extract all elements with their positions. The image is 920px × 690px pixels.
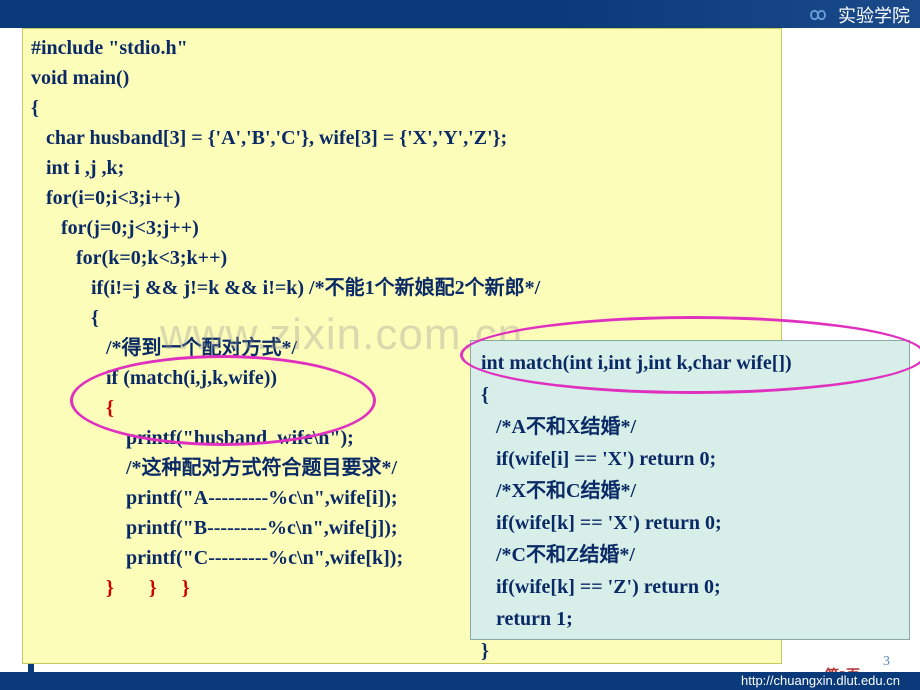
code-line: /*X不和C结婚*/ <box>481 475 899 507</box>
code-line: #include "stdio.h" <box>31 33 773 63</box>
infinity-logo-icon <box>804 4 832 26</box>
highlight-ellipse-right <box>460 316 920 394</box>
code-line: for(k=0;k<3;k++) <box>31 243 773 273</box>
highlight-ellipse-left <box>70 355 376 446</box>
code-line: if(wife[i] == 'X') return 0; <box>481 443 899 475</box>
code-line: return 1; <box>481 603 899 635</box>
institution-text: 实验学院 <box>838 2 910 28</box>
code-line: char husband[3] = {'A','B','C'}, wife[3]… <box>31 123 773 153</box>
code-line: if(wife[k] == 'Z') return 0; <box>481 571 899 603</box>
code-line: for(i=0;i<3;i++) <box>31 183 773 213</box>
slide-index: 3 <box>883 654 890 670</box>
code-line: if(wife[k] == 'X') return 0; <box>481 507 899 539</box>
code-line: /*C不和Z结婚*/ <box>481 539 899 571</box>
code-line: for(j=0;j<3;j++) <box>31 213 773 243</box>
code-line: /*A不和X结婚*/ <box>481 411 899 443</box>
code-line: int i ,j ,k; <box>31 153 773 183</box>
logo-area: 实验学院 <box>804 2 910 28</box>
code-line: { <box>31 93 773 123</box>
header-bar: 实验学院 <box>0 0 920 28</box>
code-line: if(i!=j && j!=k && i!=k) /*不能1个新娘配2个新郎*/ <box>31 273 773 303</box>
footer-url: http://chuangxin.dlut.edu.cn <box>0 672 920 690</box>
code-line: void main() <box>31 63 773 93</box>
code-line: } <box>481 635 899 667</box>
